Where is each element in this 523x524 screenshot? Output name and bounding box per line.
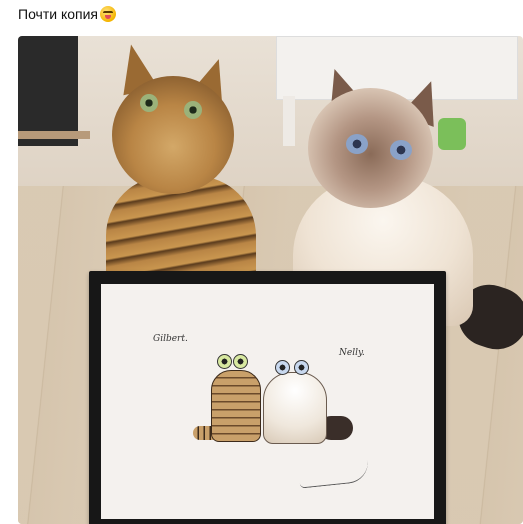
dark-cabinet <box>18 36 78 146</box>
bengal-cat-right-eye <box>184 101 202 119</box>
grinning-face-with-tongue-icon <box>100 6 117 22</box>
bengal-cat-left-eye <box>140 94 158 112</box>
white-table-leg <box>283 96 295 146</box>
post-caption: Почти копия <box>18 5 117 23</box>
picture-frame: Gilbert. Nelly. <box>89 271 446 524</box>
drawing-label-gilbert: Gilbert. <box>153 334 188 344</box>
drawing-label-nelly: Nelly. <box>339 348 365 358</box>
drawing-paper: Gilbert. Nelly. <box>101 284 434 519</box>
birman-cat-head <box>308 88 433 208</box>
birman-cat-right-eye <box>390 140 412 160</box>
cabinet-shelf <box>18 131 90 139</box>
artist-signature <box>298 460 370 489</box>
birman-cat-left-eye <box>346 134 368 154</box>
drawn-eye <box>294 360 309 375</box>
post-photo[interactable]: Gilbert. Nelly. <box>18 36 523 524</box>
bengal-cat-head <box>112 76 234 194</box>
white-table <box>276 36 518 100</box>
drawn-bengal-eyes <box>215 348 253 374</box>
green-bowl <box>438 118 466 150</box>
drawn-eye <box>275 360 290 375</box>
drawn-birman-cat <box>263 372 327 444</box>
post-caption-text: Почти копия <box>18 6 99 22</box>
drawn-birman-eyes <box>269 352 315 378</box>
drawn-eye <box>217 354 232 369</box>
drawn-eye <box>233 354 248 369</box>
drawn-bengal-cat <box>211 370 261 442</box>
